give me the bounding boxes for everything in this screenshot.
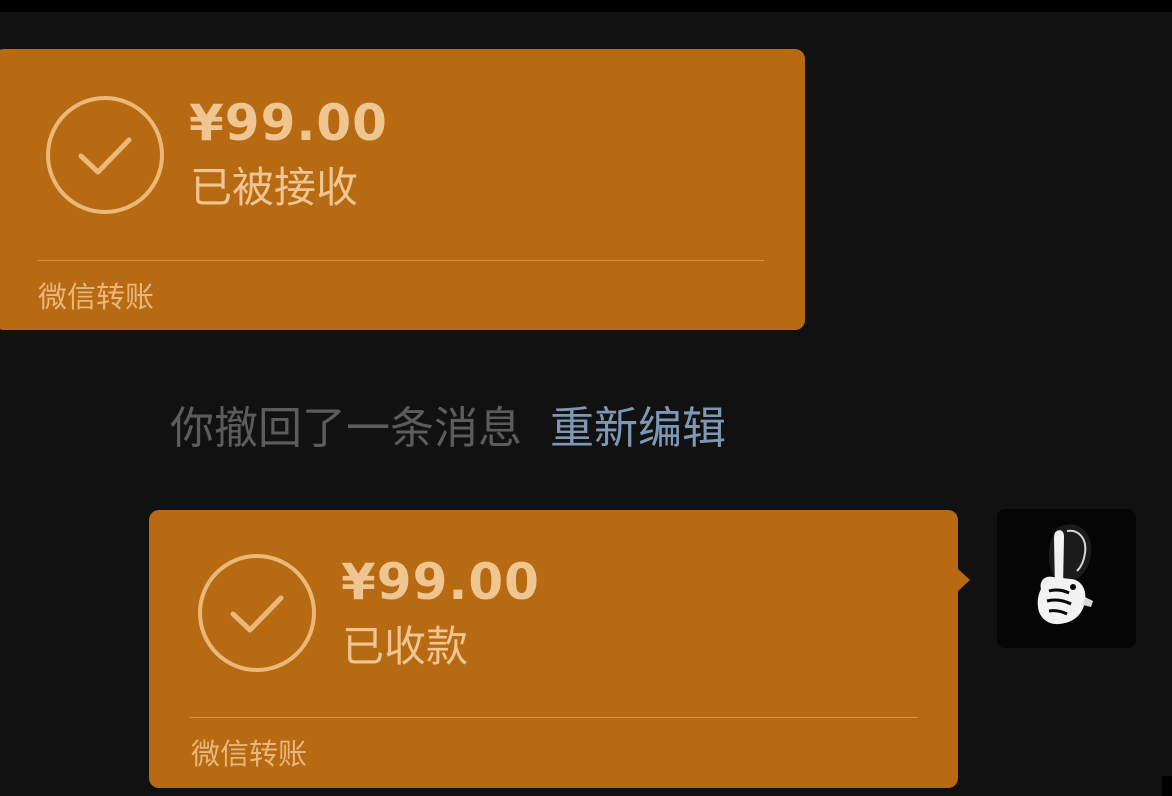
transfer-card-received[interactable]: ¥99.00 已被接收 微信转账 — [0, 49, 805, 330]
card-divider — [38, 260, 764, 261]
check-circle-icon — [46, 96, 164, 214]
recall-notice: 你撤回了一条消息 重新编辑 — [170, 394, 726, 454]
transfer-status: 已被接收 — [190, 163, 359, 212]
card-divider — [190, 717, 918, 718]
shush-gesture-icon — [997, 509, 1136, 648]
transfer-card-sent[interactable]: ¥99.00 已收款 微信转账 — [149, 510, 970, 788]
re-edit-link[interactable]: 重新编辑 — [550, 392, 726, 456]
transfer-footer-label: 微信转账 — [191, 737, 308, 771]
avatar[interactable] — [997, 509, 1136, 648]
transfer-amount: ¥99.00 — [189, 94, 388, 152]
recall-notice-text: 你撤回了一条消息 — [170, 403, 522, 454]
check-circle-icon — [198, 554, 316, 672]
transfer-amount: ¥99.00 — [341, 553, 540, 611]
transfer-footer-label: 微信转账 — [38, 280, 155, 314]
status-bar — [0, 0, 1172, 12]
edge-strip — [1162, 776, 1172, 796]
transfer-status: 已收款 — [342, 622, 469, 671]
